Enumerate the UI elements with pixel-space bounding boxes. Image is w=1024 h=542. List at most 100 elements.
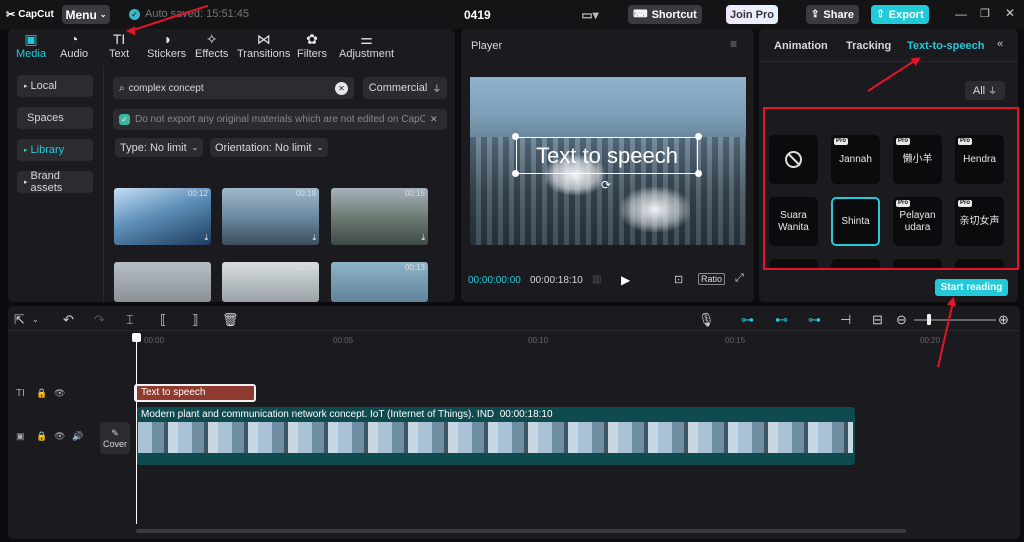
tab-adjustment[interactable]: ⚌ Adjustment: [339, 31, 394, 60]
eye-icon[interactable]: 👁: [54, 388, 65, 399]
preview-icon[interactable]: ⊟: [872, 312, 883, 328]
caret-right-icon: ▸: [24, 147, 28, 154]
video-preview[interactable]: Text to speech ⟳: [470, 77, 746, 245]
share-button[interactable]: ⇪ Share: [806, 5, 859, 24]
zoom-out-icon[interactable]: ⊖: [896, 312, 907, 328]
split-icon[interactable]: ⌶: [126, 312, 134, 328]
text-overlay-box[interactable]: Text to speech: [516, 137, 698, 174]
ratio-button[interactable]: Ratio: [698, 273, 726, 285]
text-clip[interactable]: Text to speech: [134, 384, 256, 402]
tab-tracking[interactable]: Tracking: [846, 40, 891, 52]
tab-audio[interactable]: ◔ Audio: [60, 31, 88, 60]
play-icon[interactable]: ▶: [621, 273, 630, 287]
chevron-down-icon[interactable]: ⌄: [32, 315, 39, 324]
media-icon: ▣: [24, 31, 38, 47]
thumbnail-duration: 00:10: [295, 263, 316, 272]
timeline-panel: ⇱ ⌄ ↶ ↷ ⌶ ⟦ ⟧ 🗑 🎙 ⊶ ⊷ ⊶ ⊣ ⊟ ⊖ ⊕ 00:00 00:…: [8, 306, 1020, 539]
restore-icon[interactable]: ❐: [980, 7, 990, 20]
app-logo: ✂ CapCut: [6, 8, 54, 21]
thumbnail-duration: 00:15: [404, 189, 425, 198]
voices-filter-button[interactable]: All ⏚: [965, 81, 1005, 100]
join-pro-button[interactable]: Join Pro: [726, 5, 778, 24]
notice-text: Do not export any original materials whi…: [135, 114, 425, 125]
nav-library[interactable]: ▸ Library: [17, 139, 93, 161]
hamburger-icon[interactable]: ≡: [730, 37, 737, 51]
type-filter-select[interactable]: Type: No limit ⌄: [115, 138, 204, 157]
tab-label: Audio: [60, 48, 89, 60]
tab-text-to-speech[interactable]: Text-to-speech: [907, 40, 984, 52]
split-screen-icon[interactable]: ⊣: [840, 312, 851, 328]
nav-brand-assets[interactable]: ▸ Brand assets: [17, 170, 93, 194]
tab-animation[interactable]: Animation: [774, 40, 828, 52]
zoom-in-icon[interactable]: ⊕: [998, 312, 1009, 328]
commercial-filter-button[interactable]: Commercial ⏚: [363, 77, 447, 99]
video-clip-duration: 00:00:18:10: [499, 409, 553, 420]
split-right-icon[interactable]: ⟧: [192, 312, 198, 328]
fullscreen-icon[interactable]: ⤢: [735, 272, 744, 285]
lock-icon[interactable]: 🔒: [36, 431, 47, 442]
microphone-icon[interactable]: 🎙: [698, 312, 715, 328]
close-icon[interactable]: ✕: [1005, 6, 1015, 20]
waveform-icon[interactable]: ▥: [592, 274, 601, 285]
eye-icon[interactable]: 👁: [54, 431, 65, 442]
resize-handle[interactable]: [512, 133, 519, 140]
media-thumbnail[interactable]: 00:19 ⤓: [222, 188, 319, 245]
download-icon[interactable]: ⤓: [421, 233, 425, 243]
delete-icon[interactable]: 🗑: [222, 312, 239, 328]
resize-handle[interactable]: [695, 170, 702, 177]
media-thumbnail[interactable]: 00:15 ⤓: [331, 188, 428, 245]
nav-local[interactable]: ▸ Local: [17, 75, 93, 97]
media-thumbnail[interactable]: 00:10: [222, 262, 319, 302]
player-panel: Player ≡ Text to speech ⟳ 00:00:00:00 00…: [461, 29, 754, 302]
fit-view-icon[interactable]: ⊡: [674, 273, 683, 286]
search-input[interactable]: ⌕ complex concept ✕: [113, 77, 354, 99]
lock-icon[interactable]: 🔒: [36, 388, 47, 399]
collapse-panel-icon[interactable]: «: [997, 38, 1003, 50]
minimize-icon[interactable]: —: [955, 7, 967, 21]
orientation-filter-select[interactable]: Orientation: No limit ⌄: [210, 138, 329, 157]
tab-transitions[interactable]: ⋈ Transitions: [237, 31, 290, 60]
media-panel: ▣ Media ◔ Audio TI Text ◑ Stickers ✧ Effects ⋈ Tran…: [8, 29, 455, 302]
select-cursor-icon[interactable]: ⇱: [14, 312, 25, 328]
cover-button[interactable]: ✎ Cover: [100, 422, 130, 454]
shortcut-button[interactable]: ⌨ Shortcut: [628, 5, 702, 24]
preview-axis-icon[interactable]: ⊶: [808, 312, 821, 328]
clear-search-icon[interactable]: ✕: [335, 81, 348, 95]
download-icon[interactable]: ⤓: [312, 233, 316, 243]
download-icon[interactable]: ⤓: [204, 233, 208, 243]
rotate-icon[interactable]: ⟳: [601, 178, 611, 192]
link-clip-icon[interactable]: ⊶: [741, 312, 754, 328]
layout-icon: ▭▾: [581, 7, 599, 22]
redo-icon[interactable]: ↷: [94, 312, 105, 328]
magnet-icon[interactable]: ⊷: [775, 312, 788, 328]
media-thumbnail[interactable]: 00:12 ⤓: [114, 188, 211, 245]
playhead[interactable]: [136, 334, 137, 524]
playhead-handle[interactable]: [132, 333, 141, 342]
audio-icon: ◔: [69, 31, 79, 47]
video-clip[interactable]: Modern plant and communication network c…: [136, 407, 855, 465]
undo-icon[interactable]: ↶: [63, 312, 74, 328]
thumbnail-duration: 00:19: [295, 189, 316, 198]
menu-button[interactable]: Menu ⌄: [62, 5, 110, 24]
tab-media[interactable]: ▣ Media: [16, 31, 46, 60]
project-name[interactable]: 0419: [464, 8, 491, 22]
tab-stickers[interactable]: ◑ Stickers: [147, 31, 186, 60]
nav-spaces-label: Spaces: [27, 112, 64, 124]
split-left-icon[interactable]: ⟦: [160, 312, 166, 328]
resize-handle[interactable]: [512, 170, 519, 177]
media-thumbnail[interactable]: [114, 262, 211, 302]
layout-button[interactable]: ▭▾: [576, 5, 604, 24]
type-filter-label: Type: No limit: [120, 141, 187, 154]
ruler-tick-label: 00:20: [920, 336, 941, 345]
timeline-scrollbar[interactable]: [136, 529, 906, 533]
export-button[interactable]: ⇧ Export: [871, 5, 929, 24]
speaker-icon[interactable]: 🔊: [72, 431, 83, 442]
tab-effects[interactable]: ✧ Effects: [195, 31, 228, 60]
resize-handle[interactable]: [695, 133, 702, 140]
nav-spaces[interactable]: Spaces: [17, 107, 93, 129]
zoom-slider-handle[interactable]: [927, 314, 931, 325]
tab-filters[interactable]: ✿ Filters: [297, 31, 327, 60]
start-reading-button[interactable]: Start reading: [935, 279, 1008, 296]
close-notice-icon[interactable]: ✕: [430, 114, 438, 125]
media-thumbnail[interactable]: 00:13: [331, 262, 428, 302]
